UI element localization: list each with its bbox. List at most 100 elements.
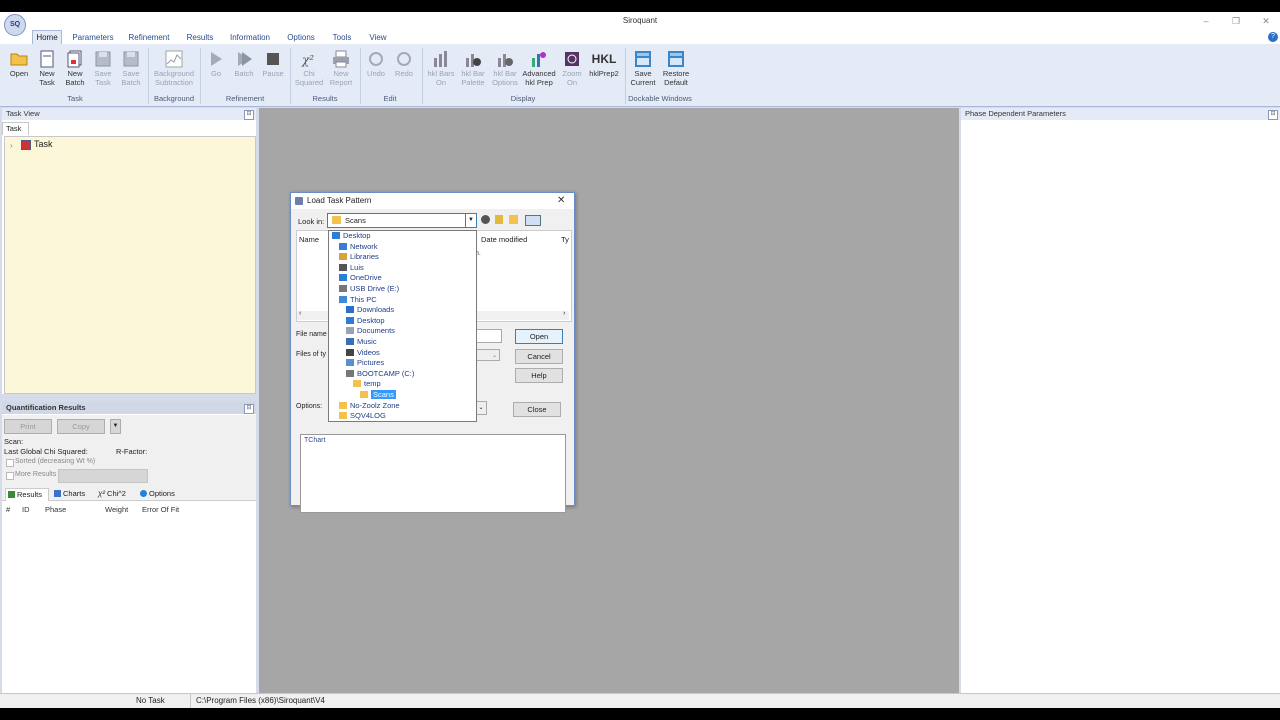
dropdown-item-documents[interactable]: Documents [329, 326, 476, 337]
new-task-button[interactable]: New Task [34, 48, 60, 92]
batch-button[interactable]: Batch [230, 48, 258, 92]
dropdown-item-this-pc[interactable]: This PC [329, 295, 476, 306]
dropdown-item-pictures[interactable]: Pictures [329, 358, 476, 369]
save-task-button[interactable]: Save Task [90, 48, 116, 92]
more-results-checkbox[interactable] [6, 472, 14, 480]
more-results-field[interactable] [58, 469, 148, 483]
tab-options-quant[interactable]: Options [138, 488, 182, 500]
tab-charts[interactable]: Charts [52, 488, 92, 500]
tab-options[interactable]: Options [282, 31, 320, 44]
dropdown-item-onedrive[interactable]: OneDrive [329, 273, 476, 284]
phase-parameters-panel: Phase Dependent Parameters ⊟ [961, 108, 1280, 698]
tab-tools[interactable]: Tools [328, 31, 356, 44]
pc-icon [339, 295, 347, 303]
copy-button[interactable]: Copy [57, 419, 105, 434]
dropdown-item-scans[interactable]: Scans [329, 389, 476, 401]
svg-text:χ²: χ² [301, 53, 314, 67]
dropdown-item-music[interactable]: Music [329, 337, 476, 348]
hkl-bars-on-button[interactable]: hkl Bars On [426, 48, 456, 92]
sorted-checkbox[interactable] [6, 459, 14, 467]
dropdown-item-desktop[interactable]: Desktop [329, 316, 476, 327]
help-icon[interactable]: ? [1268, 32, 1278, 42]
dropdown-item-desktop[interactable]: Desktop [329, 231, 476, 242]
dropdown-item-videos[interactable]: Videos [329, 348, 476, 359]
app-logo[interactable]: SQ [4, 14, 26, 36]
view-menu-icon[interactable] [525, 215, 541, 226]
back-icon[interactable] [481, 215, 490, 224]
undo-button[interactable]: Undo [364, 48, 388, 92]
col-date-header[interactable]: Date modified [481, 235, 527, 244]
col-type-header[interactable]: Ty [561, 235, 569, 244]
minimize-button[interactable]: – [1192, 14, 1220, 28]
dropdown-item-network[interactable]: Network [329, 242, 476, 253]
scroll-left-icon[interactable]: ‹ [299, 310, 301, 317]
tab-chi[interactable]: χ² Chi^2 [96, 488, 136, 500]
dropdown-item-libraries[interactable]: Libraries [329, 252, 476, 263]
close-window-button[interactable]: ✕ [1252, 14, 1280, 28]
status-bar: No Task C:\Program Files (x86)\Siroquant… [0, 693, 1280, 708]
dropdown-item-label: OneDrive [350, 273, 382, 283]
help-button[interactable]: Help [515, 368, 563, 383]
pin-icon[interactable]: ⊟ [244, 404, 254, 414]
close-icon[interactable]: ✕ [557, 195, 565, 206]
hklprep2-button[interactable]: HKL hklPrep2 [588, 48, 620, 92]
folder-icon [339, 412, 347, 420]
open-button[interactable]: Open [6, 48, 32, 92]
advanced-hkl-prep-button[interactable]: Advanced hkl Prep [522, 48, 556, 92]
chevron-down-icon[interactable]: ▼ [110, 419, 121, 434]
dropdown-item-sqv4log[interactable]: SQV4LOG [329, 411, 476, 422]
file-name-input[interactable] [475, 329, 502, 343]
group-separator [290, 48, 291, 104]
up-folder-icon[interactable] [495, 215, 503, 224]
tab-parameters[interactable]: Parameters [70, 31, 116, 44]
dropdown-item-bootcamp-c[interactable]: BOOTCAMP (C:) [329, 369, 476, 380]
background-subtraction-button[interactable]: Background Subtraction [152, 48, 196, 92]
new-batch-button[interactable]: New Batch [62, 48, 88, 92]
print-button[interactable]: Print [4, 419, 52, 434]
redo-button[interactable]: Redo [392, 48, 416, 92]
save-current-button[interactable]: Save Current [628, 48, 658, 92]
cancel-button[interactable]: Cancel [515, 349, 563, 364]
restore-default-button[interactable]: Restore Default [660, 48, 692, 92]
hkl-bar-palette-button[interactable]: hkl Bar Palette [458, 48, 488, 92]
tab-task[interactable]: Task [2, 122, 29, 135]
chi-squared-button[interactable]: χ² Chi Squared [294, 48, 324, 92]
tree-item-task[interactable]: Task [34, 139, 53, 149]
new-folder-icon[interactable] [509, 215, 518, 224]
pin-icon[interactable]: ⊟ [1268, 110, 1278, 120]
tab-results[interactable]: Results [182, 31, 218, 44]
tab-refinement[interactable]: Refinement [126, 31, 172, 44]
pause-button[interactable]: Pause [260, 48, 286, 92]
group-label-background: Background [153, 94, 195, 103]
dropdown-item-temp[interactable]: temp [329, 379, 476, 390]
dropdown-item-usb-drive-e[interactable]: USB Drive (E:) [329, 284, 476, 295]
tab-results[interactable]: Results [5, 488, 49, 501]
dropdown-item-no-zoolz-zone[interactable]: No-Zoolz Zone [329, 401, 476, 412]
hkl-bar-options-button[interactable]: hkl Bar Options [490, 48, 520, 92]
look-in-dropdown[interactable]: Desktop Network Libraries Luis OneDrive USB D… [328, 230, 477, 422]
save-batch-button[interactable]: Save Batch [118, 48, 144, 92]
app-window: Siroquant – ❐ ✕ Home Parameters Refineme… [0, 12, 1280, 708]
restore-button[interactable]: ❐ [1222, 14, 1250, 28]
zoom-on-button[interactable]: Zoom On [558, 48, 586, 92]
chevron-down-icon[interactable]: ▼ [465, 214, 476, 227]
go-button[interactable]: Go [204, 48, 228, 92]
tab-home[interactable]: Home [32, 30, 62, 45]
dropdown-item-label: Downloads [357, 305, 395, 315]
picture-icon [346, 359, 354, 367]
tab-chi-label: Chi^2 [107, 489, 126, 498]
file-type-select[interactable]: ⌄ [475, 349, 500, 361]
close-button[interactable]: Close [513, 402, 561, 417]
tab-view[interactable]: View [364, 31, 392, 44]
pin-icon[interactable]: ⊟ [244, 110, 254, 120]
scroll-right-icon[interactable]: › [563, 310, 565, 317]
hklprep2-label: hklPrep2 [589, 69, 619, 78]
look-in-select[interactable]: Scans ▼ [327, 213, 477, 228]
dropdown-item-downloads[interactable]: Downloads [329, 305, 476, 316]
open-file-button[interactable]: Open [515, 329, 563, 344]
chevron-right-icon[interactable]: › [10, 141, 13, 150]
col-name-header[interactable]: Name [299, 235, 319, 244]
dropdown-item-luis[interactable]: Luis [329, 263, 476, 274]
new-report-button[interactable]: New Report [326, 48, 356, 92]
tab-information[interactable]: Information [226, 31, 274, 44]
